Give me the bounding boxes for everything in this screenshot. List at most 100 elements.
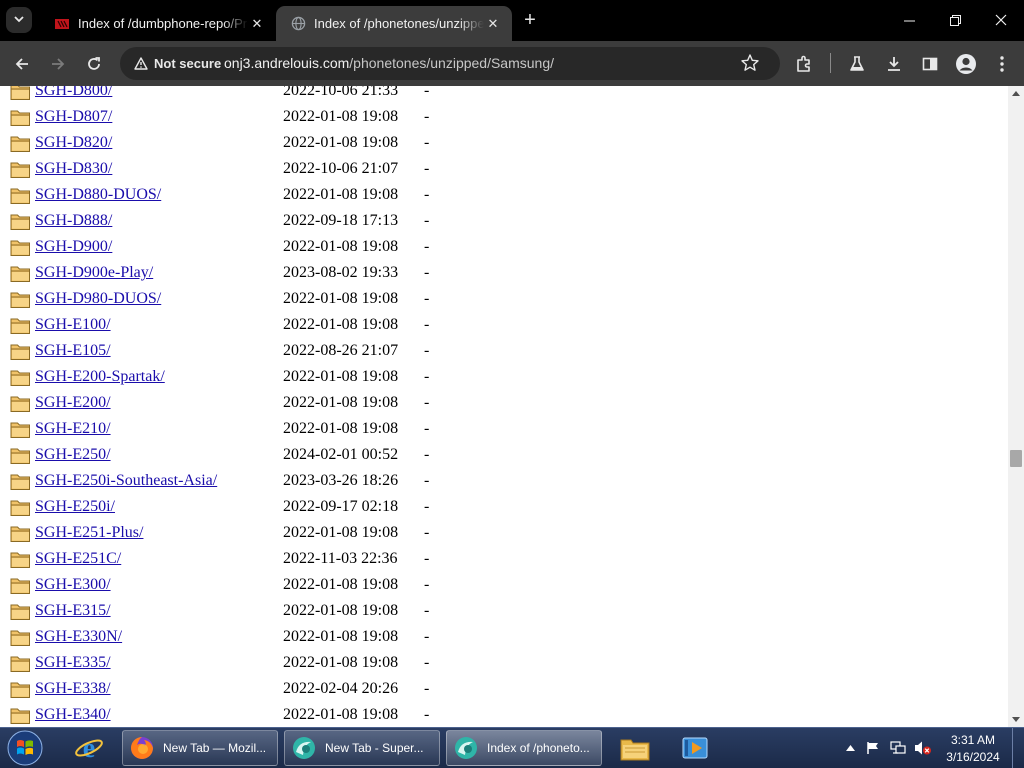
profile-button[interactable] xyxy=(952,50,980,78)
file-size: - xyxy=(424,706,430,723)
last-modified: 2022-02-04 20:26 xyxy=(283,680,399,697)
listing-row: SGH-E210/2022-01-08 19:08 - xyxy=(0,417,1000,443)
scroll-up-arrow-icon[interactable] xyxy=(1012,91,1020,96)
downloads-button[interactable] xyxy=(880,50,908,78)
flask-icon xyxy=(850,56,864,71)
directory-link[interactable]: SGH-E340/ xyxy=(35,706,111,724)
last-modified: 2022-01-08 19:08 xyxy=(283,134,399,151)
back-button[interactable] xyxy=(8,50,36,78)
directory-link[interactable]: SGH-D830/ xyxy=(35,160,112,178)
listing-row: SGH-E200-Spartak/2022-01-08 19:08 - xyxy=(0,365,1000,391)
start-button[interactable] xyxy=(4,729,46,767)
folder-icon xyxy=(10,290,31,309)
directory-link[interactable]: SGH-E210/ xyxy=(35,420,111,438)
directory-link[interactable]: SGH-E250i/ xyxy=(35,498,115,516)
directory-link[interactable]: SGH-D800/ xyxy=(35,86,112,100)
more-vert-icon xyxy=(1000,56,1004,72)
show-desktop-button[interactable] xyxy=(1012,728,1024,768)
url-path: /phonetones/unzipped/Samsung/ xyxy=(349,55,555,71)
new-tab-button[interactable]: + xyxy=(518,8,542,32)
address-bar[interactable]: Not secure onj3.andrelouis.com/phonetone… xyxy=(120,47,780,80)
tab-search-button[interactable] xyxy=(6,7,32,33)
directory-link[interactable]: SGH-E105/ xyxy=(35,342,111,360)
side-panel-icon xyxy=(922,57,938,71)
avatar-icon xyxy=(956,54,976,74)
taskbar-clock[interactable]: 3:31 AM 3/16/2024 xyxy=(938,732,1008,766)
reload-icon xyxy=(88,57,100,70)
directory-link[interactable]: SGH-E251C/ xyxy=(35,550,121,568)
directory-link[interactable]: SGH-E330N/ xyxy=(35,628,122,646)
taskbar-supermium-index[interactable]: Index of /phoneto... xyxy=(446,730,602,766)
directory-link[interactable]: SGH-D820/ xyxy=(35,134,112,152)
last-modified: 2022-01-08 19:08 xyxy=(283,238,399,255)
close-tab-icon[interactable]: ✕ xyxy=(248,15,266,33)
taskbar-firefox[interactable]: New Tab — Mozil... xyxy=(122,730,278,766)
taskbar-media-player[interactable] xyxy=(668,730,722,766)
toolbar-separator xyxy=(830,53,831,73)
menu-button[interactable] xyxy=(988,50,1016,78)
extensions-button[interactable] xyxy=(790,50,818,78)
last-modified: 2022-01-08 19:08 xyxy=(283,420,399,437)
last-modified: 2022-01-08 19:08 xyxy=(283,108,399,125)
minimize-button[interactable] xyxy=(886,0,932,40)
file-size: - xyxy=(424,290,430,307)
restore-button[interactable] xyxy=(932,0,978,40)
side-panel-button[interactable] xyxy=(916,50,944,78)
labs-button[interactable] xyxy=(843,50,871,78)
last-modified: 2022-01-08 19:08 xyxy=(283,524,399,541)
directory-link[interactable]: SGH-E251-Plus/ xyxy=(35,524,143,542)
tab-title: Index of /phonetones/unzippe xyxy=(314,16,484,31)
directory-link[interactable]: SGH-E200/ xyxy=(35,394,111,412)
folder-icon xyxy=(10,524,31,543)
directory-link[interactable]: SGH-E338/ xyxy=(35,680,111,698)
directory-link[interactable]: SGH-D900e-Play/ xyxy=(35,264,153,282)
tab-title: Index of /dumbphone-repo/Pr xyxy=(78,16,248,31)
directory-link[interactable]: SGH-D807/ xyxy=(35,108,112,126)
last-modified: 2022-01-08 19:08 xyxy=(283,394,399,411)
directory-link[interactable]: SGH-D900/ xyxy=(35,238,112,256)
network-button[interactable] xyxy=(888,728,908,768)
directory-link[interactable]: SGH-D980-DUOS/ xyxy=(35,290,161,308)
file-size: - xyxy=(424,264,430,281)
directory-link[interactable]: SGH-E335/ xyxy=(35,654,111,672)
tab-dumbphone-repo[interactable]: Index of /dumbphone-repo/Pr ✕ xyxy=(40,6,276,41)
folder-icon xyxy=(10,86,31,101)
scroll-down-arrow-icon[interactable] xyxy=(1012,717,1020,722)
bookmark-star-button[interactable] xyxy=(740,53,762,75)
action-center-button[interactable] xyxy=(864,728,882,768)
directory-link[interactable]: SGH-D888/ xyxy=(35,212,112,230)
directory-link[interactable]: SGH-E315/ xyxy=(35,602,111,620)
last-modified: 2023-03-26 18:26 xyxy=(283,472,399,489)
taskbar-file-explorer[interactable] xyxy=(608,730,662,766)
taskbar-supermium-newtab[interactable]: New Tab - Super... xyxy=(284,730,440,766)
volume-button[interactable] xyxy=(912,728,934,768)
directory-link[interactable]: SGH-E250/ xyxy=(35,446,111,464)
listing-row: SGH-D830/2022-10-06 21:07 - xyxy=(0,157,1000,183)
url-text[interactable]: onj3.andrelouis.com/phonetones/unzipped/… xyxy=(224,55,554,71)
clock-date: 3/16/2024 xyxy=(946,750,1000,764)
scrollbar-thumb[interactable] xyxy=(1010,450,1022,467)
listing-row: SGH-E300/2022-01-08 19:08 - xyxy=(0,573,1000,599)
folder-icon xyxy=(10,134,31,153)
folder-icon xyxy=(10,160,31,179)
directory-link[interactable]: SGH-E100/ xyxy=(35,316,111,334)
chevron-up-icon xyxy=(845,745,855,751)
tab-phonetones[interactable]: Index of /phonetones/unzippe ✕ xyxy=(276,6,512,41)
file-size: - xyxy=(424,680,430,697)
forward-button[interactable] xyxy=(44,50,72,78)
listing-row: SGH-D800/2022-10-06 21:33 - xyxy=(0,86,1000,105)
security-chip[interactable]: Not secure xyxy=(128,51,227,76)
directory-link[interactable]: SGH-E300/ xyxy=(35,576,111,594)
show-hidden-icons-button[interactable] xyxy=(842,728,858,768)
vertical-scrollbar[interactable] xyxy=(1008,86,1024,727)
reload-button[interactable] xyxy=(80,50,108,78)
directory-link[interactable]: SGH-D880-DUOS/ xyxy=(35,186,161,204)
svg-text:e: e xyxy=(83,733,95,763)
clock-time: 3:31 AM xyxy=(950,733,996,747)
directory-link[interactable]: SGH-E250i-Southeast-Asia/ xyxy=(35,472,217,490)
last-modified: 2022-09-17 02:18 xyxy=(283,498,399,515)
taskbar-internet-explorer[interactable]: e xyxy=(62,730,116,766)
close-tab-icon[interactable]: ✕ xyxy=(484,15,502,33)
close-window-button[interactable] xyxy=(978,0,1024,40)
directory-link[interactable]: SGH-E200-Spartak/ xyxy=(35,368,165,386)
